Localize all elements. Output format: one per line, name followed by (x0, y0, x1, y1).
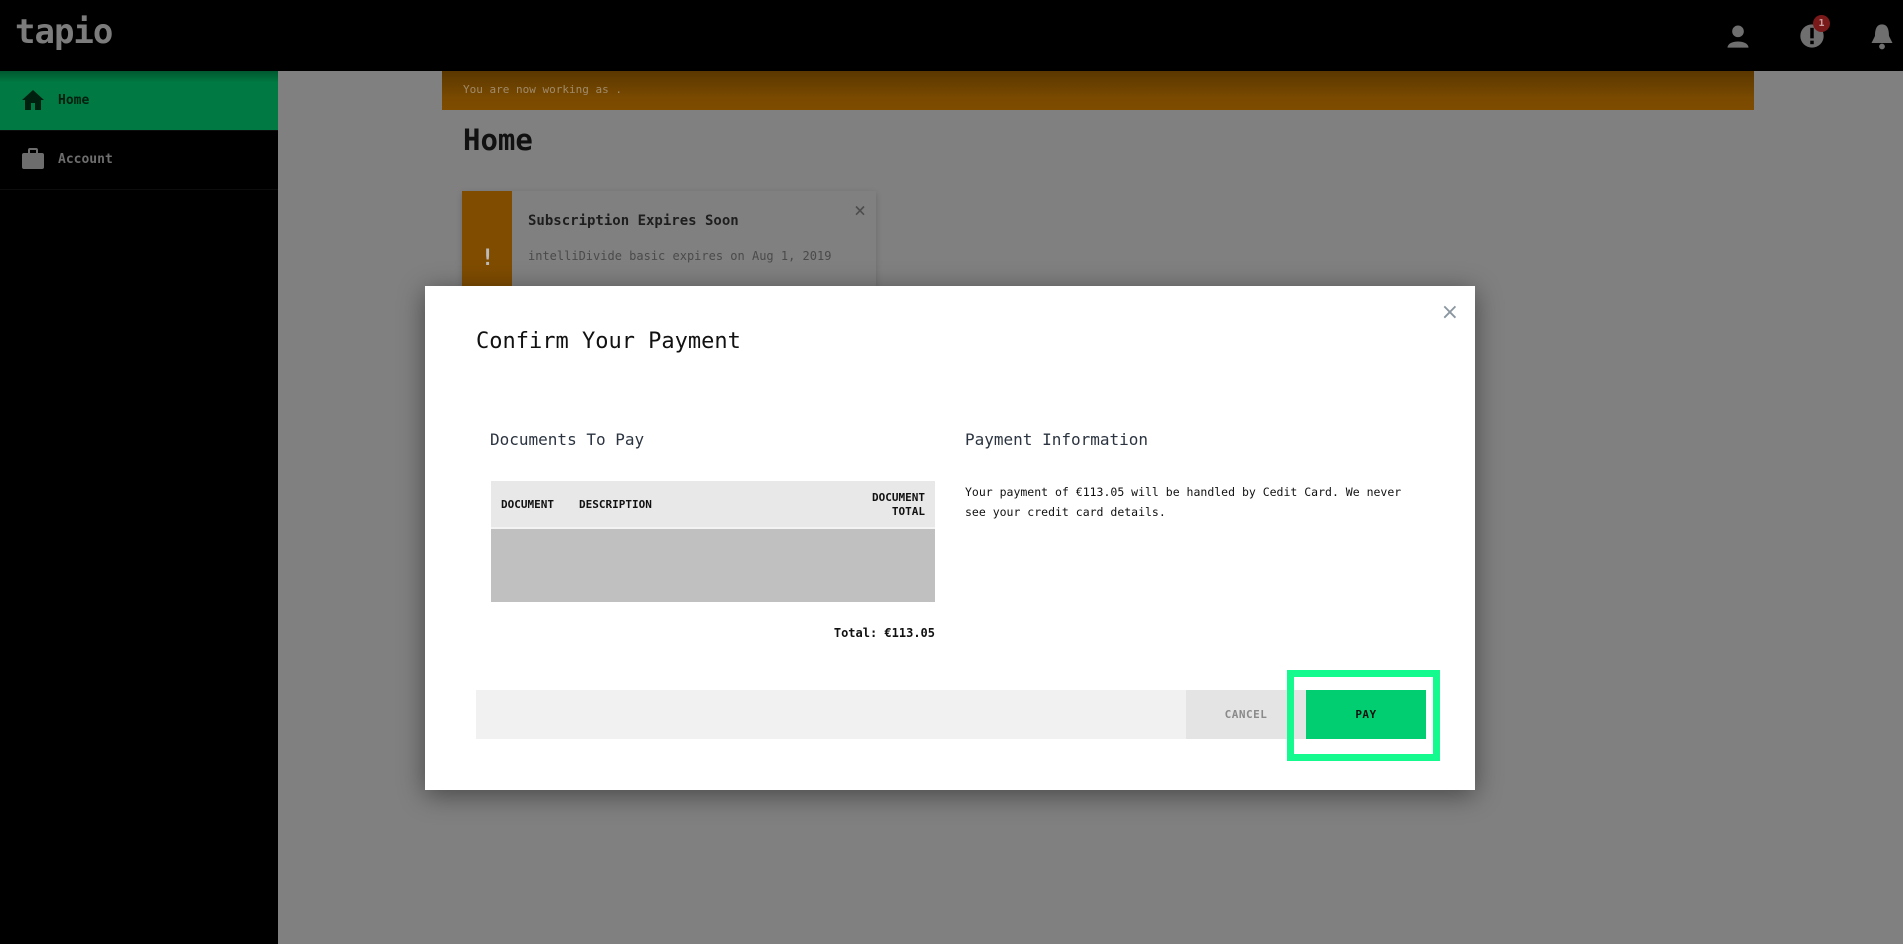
top-bar: tapio 1 (0, 0, 1903, 71)
modal-title: Confirm Your Payment (476, 329, 741, 354)
column-header-document-total[interactable]: DOCUMENT TOTAL (845, 491, 925, 519)
sidebar-item-account[interactable]: Account (0, 130, 278, 190)
table-header: DOCUMENT DESCRIPTION DOCUMENT TOTAL (491, 481, 935, 529)
user-icon[interactable] (1724, 22, 1752, 50)
column-header-description[interactable]: DESCRIPTION (579, 498, 652, 511)
exclamation-icon: ! (481, 246, 495, 271)
notice-title: Subscription Expires Soon (528, 213, 739, 229)
sidebar-item-label: Home (58, 93, 90, 108)
documents-section-title: Documents To Pay (490, 430, 645, 449)
home-icon (22, 90, 44, 110)
payment-info-text: Your payment of €113.05 will be handled … (965, 485, 1402, 519)
column-header-document[interactable]: DOCUMENT (501, 498, 554, 511)
notification-badge: 1 (1813, 15, 1830, 32)
pay-button[interactable]: PAY (1306, 690, 1426, 739)
page-title: Home (463, 123, 533, 157)
app-logo[interactable]: tapio (15, 12, 113, 52)
payment-total: Total: €113.05 (833, 626, 935, 640)
payment-info-title: Payment Information (965, 430, 1149, 449)
sidebar: Home Account (0, 71, 278, 944)
close-icon[interactable]: × (1441, 300, 1459, 325)
briefcase-icon (22, 148, 44, 169)
sidebar-item-home[interactable]: Home (0, 71, 278, 131)
documents-table: DOCUMENT DESCRIPTION DOCUMENT TOTAL (491, 481, 935, 602)
table-body (491, 529, 935, 602)
confirm-payment-modal: × Confirm Your Payment Documents To Pay … (425, 286, 1475, 790)
notice-text: intelliDivide basic expires on Aug 1, 20… (528, 249, 832, 263)
bell-icon[interactable] (1868, 22, 1896, 50)
sidebar-item-label: Account (58, 152, 113, 167)
close-icon[interactable]: × (854, 198, 866, 222)
impersonation-banner: You are now working as . (442, 71, 1754, 110)
banner-text: You are now working as . (463, 83, 622, 96)
modal-footer-bar (476, 690, 1186, 739)
